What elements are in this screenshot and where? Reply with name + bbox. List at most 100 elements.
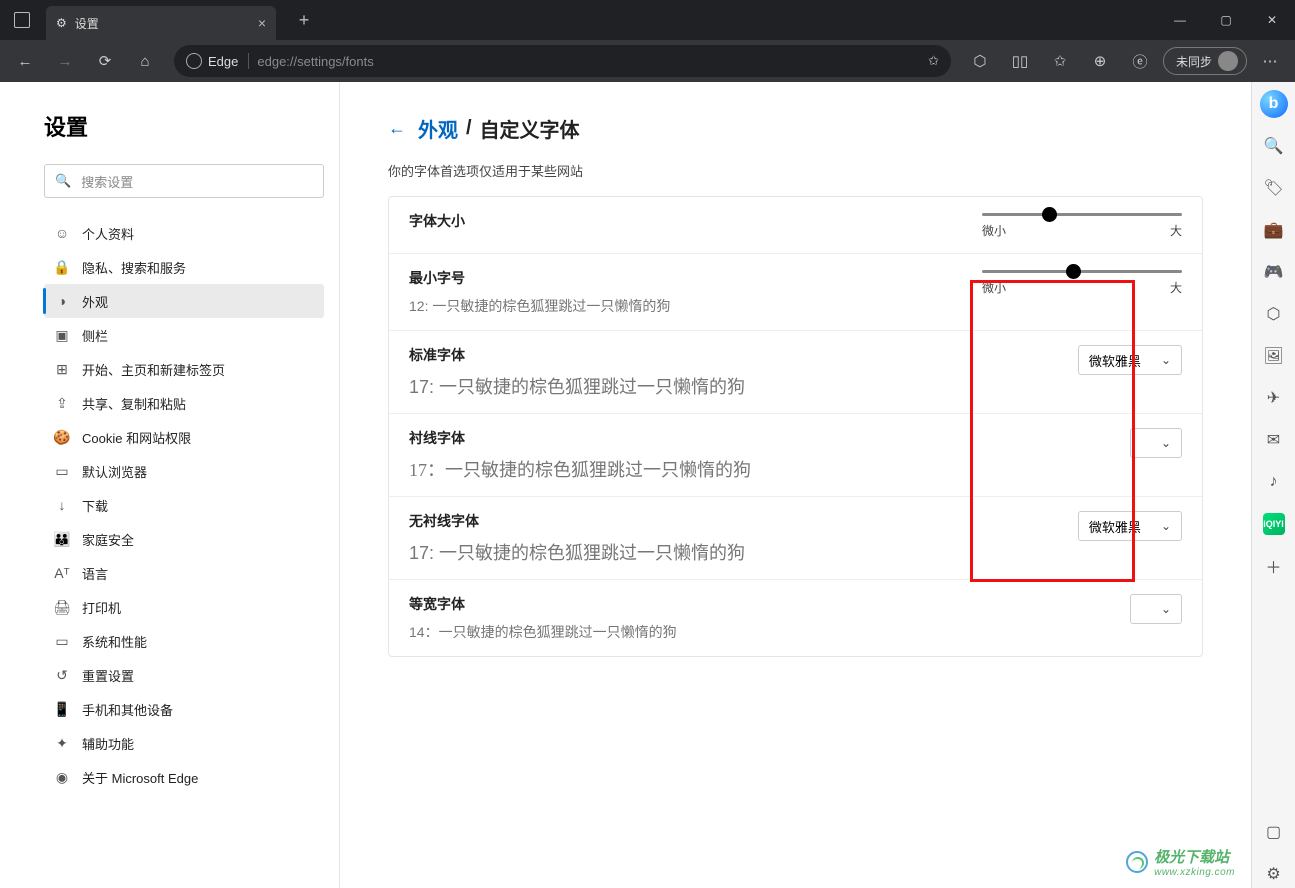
font-size-slider[interactable]: 微小大 [982, 213, 1182, 239]
row-title: 等宽字体 [409, 594, 972, 614]
min-size-slider[interactable]: 微小大 [982, 270, 1182, 296]
browser-icon: ▭ [54, 463, 70, 479]
close-tab-button[interactable]: × [258, 15, 266, 31]
settings-title: 设置 [44, 110, 319, 142]
tiktok-icon[interactable]: ♪ [1260, 468, 1288, 496]
breadcrumb-current: 自定义字体 [480, 114, 580, 143]
nav-privacy[interactable]: 🔒隐私、搜索和服务 [44, 250, 324, 284]
tools-icon[interactable]: 💼 [1260, 216, 1288, 244]
search-placeholder: 搜索设置 [81, 172, 133, 191]
nav-profile[interactable]: ☺个人资料 [44, 216, 324, 250]
settings-sidebar: 设置 🔍 搜索设置 ☺个人资料 🔒隐私、搜索和服务 ◑外观 ▣侧栏 ⊞开始、主页… [0, 82, 340, 888]
address-bar[interactable]: Edge edge://settings/fonts ✩ [174, 45, 951, 77]
language-icon: Aᵀ [54, 565, 70, 581]
gear-icon: ⚙ [56, 16, 67, 30]
drop-icon[interactable]: ✉ [1260, 426, 1288, 454]
more-menu-button[interactable]: ⋯ [1253, 44, 1287, 78]
nav-start[interactable]: ⊞开始、主页和新建标签页 [44, 352, 324, 386]
standard-font-select[interactable]: 微软雅黑 ⌄ [1078, 345, 1182, 375]
browser-tab-settings[interactable]: ⚙ 设置 × [46, 6, 276, 40]
title-bar: ⚙ 设置 × + — ▢ ✕ [0, 0, 1295, 40]
tab-actions-icon[interactable] [14, 12, 30, 28]
edge-about-icon: ◉ [54, 769, 70, 785]
row-standard-font: 标准字体 17: 一只敏捷的棕色狐狸跳过一只懒惰的狗 微软雅黑 ⌄ [389, 331, 1202, 414]
tab-icon: ⊞ [54, 361, 70, 377]
favorites-icon[interactable]: ✩ [1043, 44, 1077, 78]
chevron-down-icon: ⌄ [1161, 602, 1171, 616]
site-identity[interactable]: Edge [186, 53, 249, 69]
new-tab-button[interactable]: + [290, 10, 318, 31]
sample-text: 14：一只敏捷的棕色狐狸跳过一只懒惰的狗 [409, 622, 972, 642]
breadcrumb-sep: / [466, 117, 472, 140]
office-icon[interactable]: ⬡ [1260, 300, 1288, 328]
row-title: 字体大小 [409, 211, 972, 231]
sample-text: 17: 一只敏捷的棕色狐狸跳过一只懒惰的狗 [409, 539, 972, 565]
collections-icon[interactable]: ⊕ [1083, 44, 1117, 78]
browser-toolbar: ← → ⟳ ⌂ Edge edge://settings/fonts ✩ ⬡ ▯… [0, 40, 1295, 82]
home-button[interactable]: ⌂ [128, 44, 162, 78]
read-mode-icon[interactable]: ▯▯ [1003, 44, 1037, 78]
games-icon[interactable]: 🎮 [1260, 258, 1288, 286]
share-icon: ⇪ [54, 395, 70, 411]
close-window-button[interactable]: ✕ [1249, 0, 1295, 40]
nav-system[interactable]: ▭系统和性能 [44, 624, 324, 658]
nav-downloads[interactable]: ↓下载 [44, 488, 324, 522]
send-icon[interactable]: ✈ [1260, 384, 1288, 412]
iqiyi-icon[interactable]: iQIYI [1260, 510, 1288, 538]
profile-sync-button[interactable]: 未同步 [1163, 47, 1247, 75]
printer-icon: 🖨 [54, 599, 70, 615]
family-icon: 👪 [54, 531, 70, 547]
system-icon: ▭ [54, 633, 70, 649]
accessibility-icon: ✦ [54, 735, 70, 751]
maximize-button[interactable]: ▢ [1203, 0, 1249, 40]
nav-about[interactable]: ◉关于 Microsoft Edge [44, 760, 324, 794]
ie-mode-icon[interactable]: ⓔ [1123, 44, 1157, 78]
shopping-icon[interactable]: 🏷 [1260, 174, 1288, 202]
rail-settings-icon[interactable]: ⚙ [1260, 860, 1288, 888]
lock-icon: 🔒 [54, 259, 70, 275]
nav-share[interactable]: ⇪共享、复制和粘贴 [44, 386, 324, 420]
nav-cookies[interactable]: 🍪Cookie 和网站权限 [44, 420, 324, 454]
nav-family[interactable]: 👪家庭安全 [44, 522, 324, 556]
favorite-star-icon[interactable]: ✩ [928, 53, 939, 69]
nav-language[interactable]: Aᵀ语言 [44, 556, 324, 590]
breadcrumb-parent[interactable]: 外观 [418, 114, 458, 143]
rail-panel-icon[interactable]: ▢ [1260, 818, 1288, 846]
url-text: edge://settings/fonts [257, 54, 373, 69]
download-icon: ↓ [54, 497, 70, 513]
nav-appearance[interactable]: ◑外观 [44, 284, 324, 318]
add-rail-item-button[interactable]: ＋ [1260, 552, 1288, 580]
sample-text: 17：一只敏捷的棕色狐狸跳过一只懒惰的狗 [409, 456, 972, 482]
row-min-size: 最小字号 12: 一只敏捷的棕色狐狸跳过一只懒惰的狗 微小大 [389, 254, 1202, 331]
nav-accessibility[interactable]: ✦辅助功能 [44, 726, 324, 760]
sans-font-select[interactable]: 微软雅黑 ⌄ [1078, 511, 1182, 541]
settings-nav: ☺个人资料 🔒隐私、搜索和服务 ◑外观 ▣侧栏 ⊞开始、主页和新建标签页 ⇪共享… [44, 216, 324, 794]
nav-default-browser[interactable]: ▭默认浏览器 [44, 454, 324, 488]
refresh-button[interactable]: ⟳ [88, 44, 122, 78]
nav-printers[interactable]: 🖨打印机 [44, 590, 324, 624]
minimize-button[interactable]: — [1157, 0, 1203, 40]
nav-phone[interactable]: 📱手机和其他设备 [44, 692, 324, 726]
sample-text: 12: 一只敏捷的棕色狐狸跳过一只懒惰的狗 [409, 296, 972, 316]
back-button[interactable]: ← [8, 44, 42, 78]
sidebar-icon: ▣ [54, 327, 70, 343]
extensions-icon[interactable]: ⬡ [963, 44, 997, 78]
fonts-card: 字体大小 微小大 最小字号 12: 一只敏捷的棕色狐狸跳过一只懒惰的狗 微 [388, 196, 1203, 657]
row-title: 标准字体 [409, 345, 972, 365]
edge-icon [186, 53, 202, 69]
mono-font-select[interactable]: ⌄ [1130, 594, 1182, 624]
bing-chat-icon[interactable]: b [1260, 90, 1288, 118]
settings-content: ← 外观 / 自定义字体 你的字体首选项仅适用于某些网站 字体大小 微小大 最小… [340, 82, 1251, 888]
image-create-icon[interactable]: 🖼 [1260, 342, 1288, 370]
nav-sidebar[interactable]: ▣侧栏 [44, 318, 324, 352]
row-sans-font: 无衬线字体 17: 一只敏捷的棕色狐狸跳过一只懒惰的狗 微软雅黑 ⌄ [389, 497, 1202, 580]
serif-font-select[interactable]: ⌄ [1130, 428, 1182, 458]
nav-reset[interactable]: ↺重置设置 [44, 658, 324, 692]
row-title: 无衬线字体 [409, 511, 972, 531]
breadcrumb-back-button[interactable]: ← [388, 118, 406, 139]
row-title: 最小字号 [409, 268, 972, 288]
page-note: 你的字体首选项仅适用于某些网站 [388, 161, 1203, 180]
watermark: 极光下载站 www.xzking.com [1126, 846, 1235, 878]
settings-search-input[interactable]: 🔍 搜索设置 [44, 164, 324, 198]
search-rail-icon[interactable]: 🔍 [1260, 132, 1288, 160]
